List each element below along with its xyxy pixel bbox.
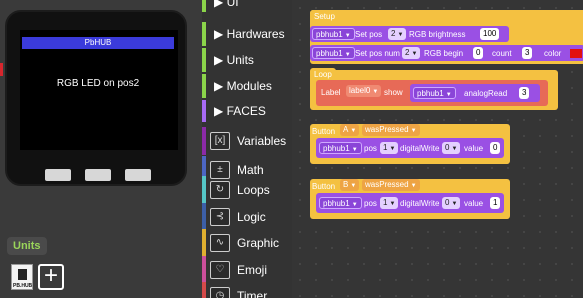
- value-text: value: [464, 144, 484, 153]
- digital-write-text: digitalWrite: [400, 144, 440, 153]
- category-graphic[interactable]: ∿ Graphic: [202, 229, 292, 257]
- count-text: count: [492, 49, 512, 58]
- button-b-event-dropdown[interactable]: wasPressed ▼: [362, 179, 420, 191]
- category-variables[interactable]: [x] Variables: [202, 127, 292, 155]
- chevron-down-icon: ▼: [351, 202, 358, 208]
- chevron-down-icon: ▼: [350, 183, 357, 189]
- category-ui[interactable]: ▶ UI: [202, 0, 292, 12]
- color-swatch[interactable]: [570, 49, 582, 58]
- digital-write-text: digitalWrite: [400, 199, 440, 208]
- button-a-event-dropdown[interactable]: wasPressed ▼: [362, 124, 420, 136]
- block-workspace[interactable]: Setup pbhub1 ▼ Set pos 2 ▼ RGB brightness …: [292, 0, 583, 298]
- chevron-down-icon: ▼: [410, 183, 417, 189]
- pbhub-object-dropdown[interactable]: pbhub1 ▼: [312, 28, 355, 40]
- screen-label: RGB LED on pos2: [56, 78, 140, 89]
- set-pos-num-text: Set pos num: [355, 49, 400, 58]
- category-units[interactable]: ▶ Units: [202, 48, 292, 72]
- pos-dropdown[interactable]: 1 ▼: [380, 142, 399, 154]
- units-section-label: Units: [7, 237, 47, 255]
- chevron-down-icon: ▼: [445, 92, 452, 98]
- category-emoji[interactable]: ♡ Emoji: [202, 256, 292, 284]
- button-a-dropdown[interactable]: A ▼: [340, 124, 360, 136]
- button-text: Button: [312, 127, 336, 136]
- screen-title: PbHUB: [22, 37, 174, 49]
- triangle-right-icon: ▶: [214, 27, 224, 41]
- chevron-down-icon: ▼: [344, 52, 351, 58]
- pbhub-object-dropdown[interactable]: pbhub1 ▼: [319, 142, 362, 154]
- value-input[interactable]: 0: [490, 142, 501, 154]
- button-b-dropdown[interactable]: B ▼: [340, 179, 360, 191]
- set-pos-text: Set pos: [355, 30, 383, 39]
- side-marker: [0, 63, 3, 76]
- pos-text: pos: [364, 199, 377, 208]
- chevron-down-icon: ▼: [351, 147, 358, 153]
- pos-dropdown[interactable]: 2 ▼: [388, 28, 407, 40]
- pbhub-object-dropdown[interactable]: pbhub1 ▼: [413, 87, 456, 99]
- triangle-right-icon: ▶: [214, 53, 224, 67]
- category-logic[interactable]: ⊰ Logic: [202, 203, 292, 231]
- device-button-c[interactable]: [125, 169, 151, 181]
- graphic-icon: ∿: [210, 234, 230, 252]
- device-preview: PbHUB RGB LED on pos2: [5, 10, 187, 186]
- triangle-right-icon: ▶: [214, 104, 224, 118]
- variables-icon: [x]: [210, 132, 230, 150]
- device-button-a[interactable]: [45, 169, 71, 181]
- pos-num-dropdown[interactable]: 2 ▼: [402, 47, 421, 59]
- setup-hat: Setup: [310, 10, 339, 23]
- category-loops[interactable]: ↻ Loops: [202, 176, 292, 204]
- chevron-down-icon: ▼: [397, 32, 404, 38]
- chevron-down-icon: ▼: [344, 33, 351, 39]
- color-text: color: [544, 49, 562, 58]
- add-unit-button[interactable]: +: [38, 264, 64, 290]
- label-name-dropdown[interactable]: label0 ▼: [346, 85, 382, 97]
- pin-dropdown[interactable]: 0 ▼: [442, 197, 461, 209]
- analog-read-text: analogRead: [464, 89, 508, 98]
- triangle-right-icon: ▶: [214, 0, 224, 9]
- value-text: value: [464, 199, 484, 208]
- pos-text: pos: [364, 144, 377, 153]
- pbhub-object-dropdown[interactable]: pbhub1 ▼: [319, 197, 362, 209]
- rgb-brightness-text: RGB brightness: [409, 30, 466, 39]
- timer-icon: ◷: [210, 287, 230, 298]
- chevron-down-icon: ▼: [451, 146, 458, 152]
- pin-dropdown[interactable]: 0 ▼: [442, 142, 461, 154]
- category-faces[interactable]: ▶ FACES: [202, 100, 292, 122]
- emoji-icon: ♡: [210, 261, 230, 279]
- device-panel: PbHUB RGB LED on pos2 Units PB.HUB +: [0, 0, 202, 298]
- button-text: Button: [312, 182, 336, 191]
- chevron-down-icon: ▼: [411, 51, 418, 57]
- chevron-down-icon: ▼: [410, 128, 417, 134]
- pbhub-object-dropdown[interactable]: pbhub1 ▼: [312, 47, 355, 59]
- triangle-right-icon: ▶: [214, 79, 224, 93]
- category-toolbox: ▶ UI ▶ Hardwares ▶ Units ▶ Modules ▶ FAC…: [202, 0, 492, 298]
- count-input[interactable]: 3: [522, 47, 533, 59]
- chevron-down-icon: ▼: [389, 146, 396, 152]
- label-text: Label: [321, 88, 341, 97]
- chevron-down-icon: ▼: [350, 128, 357, 134]
- chevron-down-icon: ▼: [372, 89, 379, 95]
- pos-dropdown[interactable]: 1 ▼: [380, 197, 399, 209]
- device-button-b[interactable]: [85, 169, 111, 181]
- chevron-down-icon: ▼: [451, 201, 458, 207]
- begin-input[interactable]: 0: [473, 47, 484, 59]
- analog-read-input[interactable]: 3: [519, 87, 530, 99]
- logic-icon: ⊰: [210, 208, 230, 226]
- value-input[interactable]: 1: [490, 197, 501, 209]
- rgb-begin-text: RGB begin: [424, 49, 464, 58]
- brightness-input[interactable]: 100: [480, 28, 500, 40]
- pbhub-unit-icon[interactable]: PB.HUB: [11, 264, 33, 290]
- category-modules[interactable]: ▶ Modules: [202, 74, 292, 98]
- category-hardwares[interactable]: ▶ Hardwares: [202, 22, 292, 46]
- category-timer[interactable]: ◷ Timer: [202, 282, 292, 298]
- chevron-down-icon: ▼: [389, 201, 396, 207]
- loops-icon: ↻: [210, 181, 230, 199]
- show-text: show: [384, 88, 403, 97]
